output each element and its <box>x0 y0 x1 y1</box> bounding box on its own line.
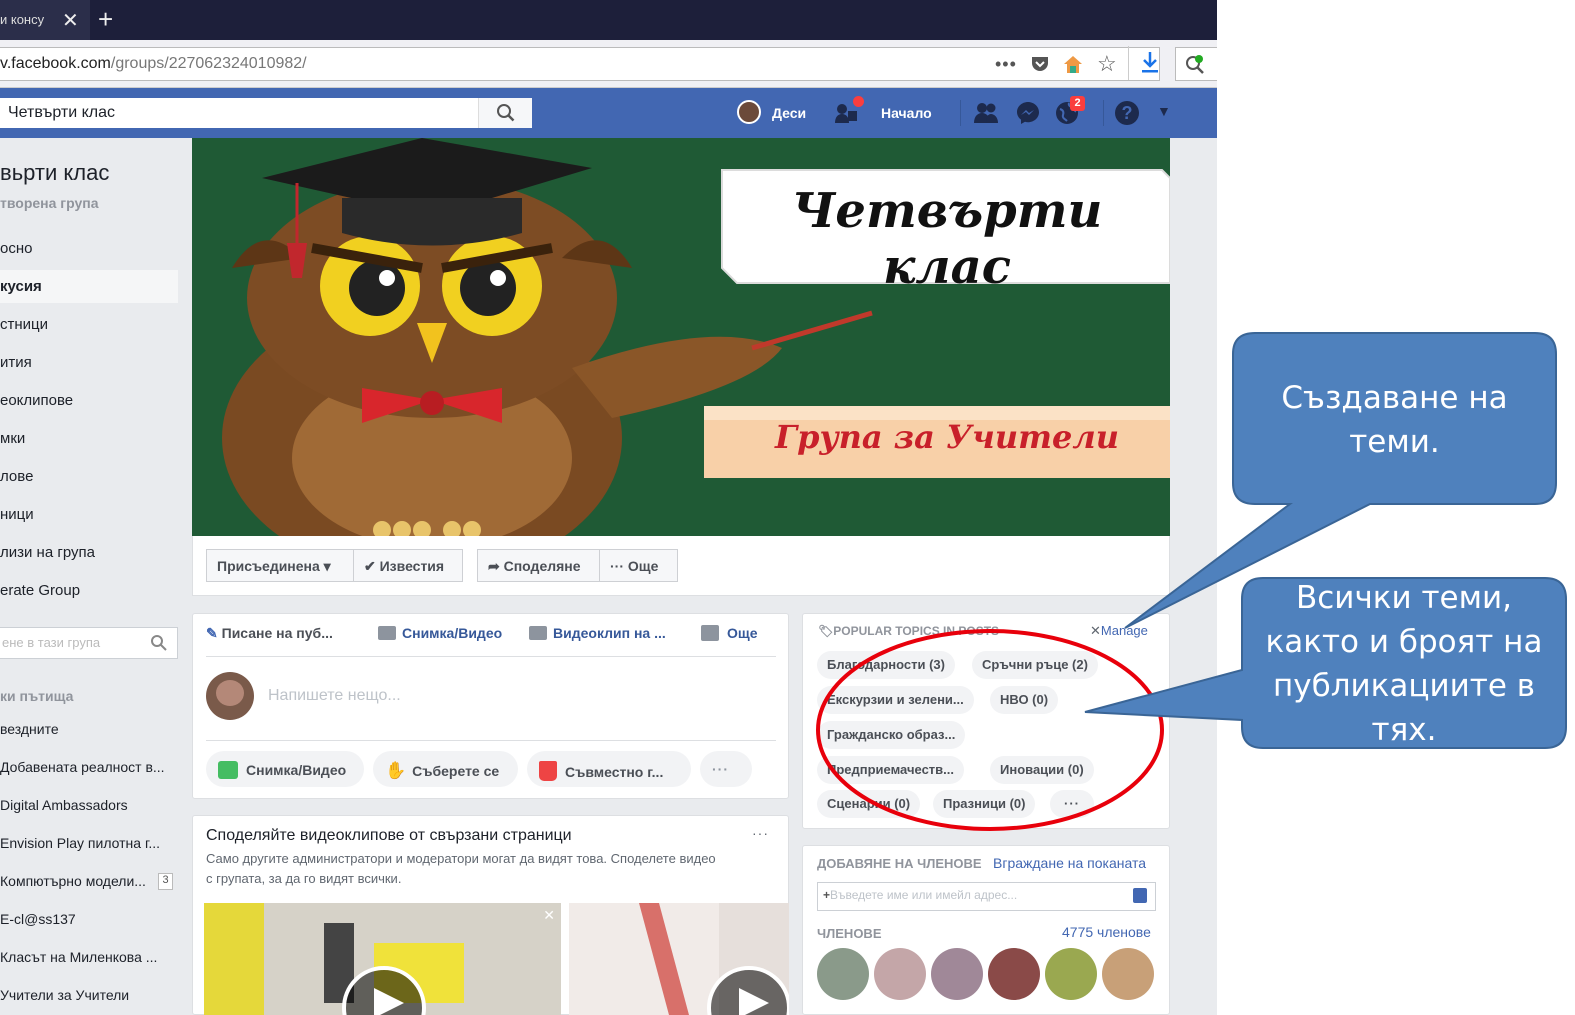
highlight-ellipse <box>816 629 1164 831</box>
callout-top-text: Създаване на теми. <box>1281 380 1508 460</box>
annotation-overlay <box>816 332 1567 831</box>
callout-bottom-text: Всички теми, както и броят на публикациите… <box>1265 580 1543 748</box>
